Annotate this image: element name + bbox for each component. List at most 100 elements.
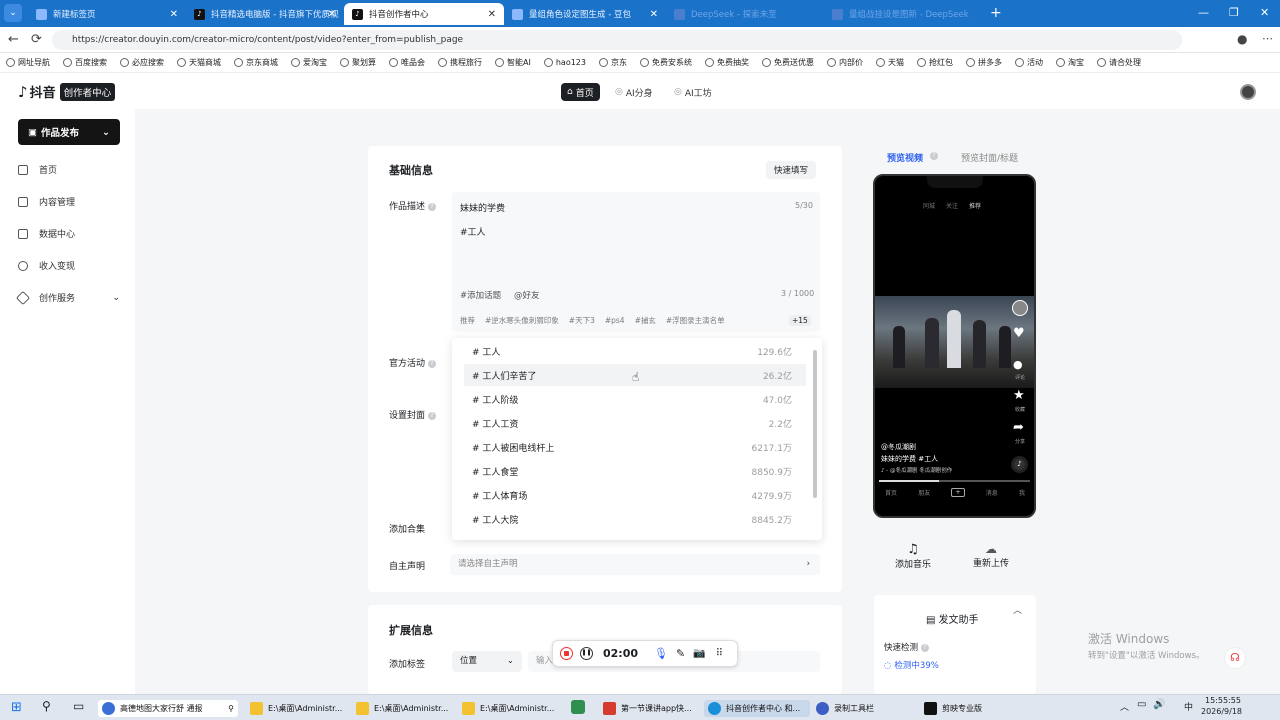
bookmark-item[interactable]: 免费送优惠 [761,57,814,68]
task-view-icon[interactable]: ▭ [73,699,84,713]
sidebar-item-home[interactable]: 首页 [18,163,57,176]
taskbar-item[interactable]: 剪映专业版 [924,700,982,717]
close-icon[interactable]: ✕ [328,9,336,20]
taskbar-item[interactable]: E:\桌面\Administr... [250,700,342,717]
bookmark-item[interactable]: 活动 [1014,57,1043,68]
more-topics-button[interactable]: +15 [789,315,811,326]
store-icon[interactable] [571,700,585,714]
topic-suggestion-row[interactable]: # 工人被困电线杆上 6217.1万 [472,436,792,458]
bookmark-item[interactable]: 天猫商城 [177,57,221,68]
bookmark-item[interactable]: 淘宝 [1055,57,1084,68]
microphone-icon[interactable]: 🎙 [654,647,668,660]
help-icon[interactable]: ? [428,411,437,420]
topic-chip[interactable]: #ps4 [605,316,625,325]
drag-handle-icon[interactable]: ⠿ [716,648,723,659]
bookmark-item[interactable]: 拼多多 [965,57,1002,68]
sidebar-item-services[interactable]: 创作服务 ⌄ [15,290,120,305]
douyin-logo[interactable]: ♪ 抖音 创作者中心 [18,82,116,101]
clock-date[interactable]: 2026/9/18 [1201,707,1242,716]
clock-time[interactable]: 15:55:55 [1205,696,1241,705]
pen-icon[interactable]: ✎ [676,647,685,660]
bookmark-item[interactable]: 京东 [598,57,627,68]
help-icon[interactable]: ? [428,359,437,368]
topic-suggestion-row[interactable]: # 工人体育场 4279.9万 [472,484,792,506]
maximize-icon[interactable]: ❐ [1229,6,1239,19]
network-icon[interactable]: ▭ [1137,699,1146,710]
close-icon[interactable]: ✕ [650,9,658,20]
browser-tab[interactable]: 量组角色设定图生成 - 豆包 ✕ [504,3,666,25]
bookmark-item[interactable]: 天猫 [875,57,904,68]
bookmark-item[interactable]: 必应搜索 [120,57,164,68]
bookmark-item[interactable]: 京东商城 [234,57,278,68]
description-editor[interactable] [452,192,820,332]
bookmark-item[interactable]: 爱淘宝 [291,57,327,68]
tab-menu-button[interactable]: ⌄ [4,4,22,22]
publish-button[interactable]: ▣ 作品发布 ⌄ [18,119,120,145]
volume-icon[interactable]: 🔊 [1153,699,1165,710]
topic-chip[interactable]: #浮图录主演名单 [666,315,725,326]
bookmark-item[interactable]: 网址导航 [6,57,50,68]
camera-icon[interactable]: 📷 [693,648,705,659]
title-input[interactable]: 妹妹的学费 [460,201,505,214]
topic-chip[interactable]: #逆水寒头像刺猬印象 [485,315,559,326]
menu-icon[interactable]: ⋯ [1262,32,1273,45]
browser-tab[interactable]: DeepSeek - 探索未至 [666,3,824,25]
taskbar-item-active[interactable]: 抖音创作者中心 和... [704,700,810,717]
browser-tab[interactable]: 新建标签页 ✕ [28,3,186,25]
bookmark-item[interactable]: 百度搜索 [63,57,107,68]
support-icon[interactable]: ☊ [1224,647,1246,669]
bookmark-item[interactable]: 智能AI [495,57,531,68]
nav-ai-avatar[interactable]: ◎ AI分身 [609,83,659,101]
taskbar-item[interactable]: 第一节课讲app快... [603,700,692,717]
nav-ai-workshop[interactable]: ◎ AI工坊 [668,83,718,101]
taskbar-item[interactable]: 录制工具栏 [816,700,874,717]
minimize-icon[interactable]: — [1198,6,1209,19]
help-icon[interactable]: ? [921,643,930,652]
help-icon[interactable]: ? [930,152,938,160]
mention-button[interactable]: @好友 [514,289,540,301]
browser-tab[interactable]: 量组战挂设是图新 - DeepSeek [824,3,984,25]
close-window-icon[interactable]: ✕ [1260,6,1269,19]
topic-chip[interactable]: #捕玄 [635,315,656,326]
add-music-button[interactable]: ♫ 添加音乐 [893,542,933,570]
tray-chevron-icon[interactable]: ︿ [1120,700,1129,713]
preview-tab-cover[interactable]: 预览封面/标题 [961,151,1018,164]
new-tab-button[interactable]: + [990,5,1002,21]
declare-select[interactable]: 请选择自主声明 › [450,554,820,575]
bookmark-item[interactable]: 聚划算 [340,57,376,68]
location-select[interactable]: 位置 ⌄ [452,651,522,672]
topic-suggestion-row[interactable]: # 工人大院 8845.2万 [472,508,792,530]
add-topic-button[interactable]: #添加话题 [460,289,501,301]
bookmark-item[interactable]: 免费安系统 [639,57,692,68]
sidebar-item-content[interactable]: 内容管理 [18,195,75,208]
bookmark-item[interactable]: 抢红包 [916,57,953,68]
bookmark-item[interactable]: 内部价 [826,57,863,68]
taskbar-item[interactable]: E:\桌面\Administr... [356,700,448,717]
back-icon[interactable]: ← [8,32,19,47]
pause-icon[interactable]: ❚❚ [580,647,593,660]
bookmark-item[interactable]: 免费抽奖 [704,57,749,68]
body-text[interactable]: #工人 [460,225,486,238]
ime-indicator[interactable]: 中 [1184,700,1193,713]
user-avatar[interactable] [1240,84,1256,100]
browser-tab[interactable]: ♪ 抖音精选电脑版 - 抖音旗下优质视 ✕ [186,3,344,25]
reupload-button[interactable]: ☁ 重新上传 [970,542,1012,569]
bookmark-item[interactable]: 请合处理 [1096,57,1141,68]
taskbar-item[interactable]: 高德地图大家行舒 通报 ⚲ [98,700,238,717]
sidebar-item-income[interactable]: 收入变现 [18,259,75,272]
preview-tab-video[interactable]: 预览视频 [887,151,923,164]
nav-home[interactable]: ⌂ 首页 [561,83,600,101]
help-icon[interactable]: ? [428,202,437,211]
bookmark-item[interactable]: 唯品会 [389,57,425,68]
topic-suggestion-row[interactable]: # 工人阶级 47.0亿 [472,388,792,410]
topic-suggestion-row[interactable]: # 工人工资 2.2亿 [472,412,792,434]
taskbar-item[interactable]: E:\桌面\Administr... [462,700,554,717]
windows-start-icon[interactable]: ⊞ [11,700,22,715]
bookmark-item[interactable]: 携程旅行 [438,57,482,68]
close-icon[interactable]: ✕ [170,9,178,20]
reload-icon[interactable]: ⟳ [31,32,42,47]
topic-chip[interactable]: #天下3 [569,315,595,326]
close-icon[interactable]: ✕ [488,9,496,20]
sidebar-item-data[interactable]: 数据中心 [18,227,75,240]
collapse-icon[interactable]: ︿ [1013,603,1022,616]
